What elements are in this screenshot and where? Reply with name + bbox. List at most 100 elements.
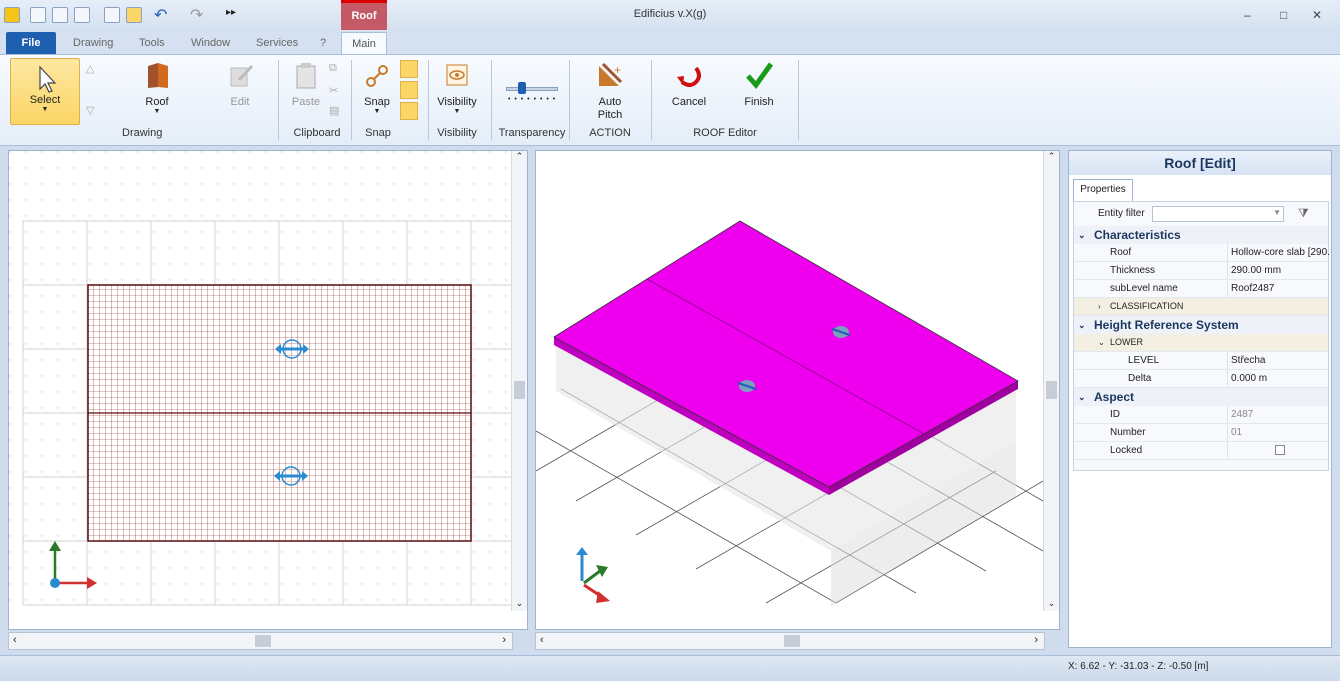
visibility-label: Visibility: [437, 96, 477, 108]
select-button[interactable]: Select ▼: [10, 58, 80, 125]
auto-pitch-button[interactable]: + Auto Pitch: [585, 60, 635, 122]
snap-grid-icon[interactable]: [400, 102, 418, 120]
coordinates-readout: X: 6.62 - Y: -31.03 - Z: -0.50 [m]: [1068, 661, 1209, 672]
property-grid: Entity filter ▼ ⧩ ⌄ Characteristics Roof…: [1073, 201, 1331, 471]
roof-book-icon: [142, 60, 172, 90]
cancel-button[interactable]: Cancel: [664, 60, 714, 108]
ribbon-separator: [278, 60, 279, 140]
sublevel-value[interactable]: Roof2487: [1227, 280, 1331, 297]
3d-horizontal-scrollbar[interactable]: ‹ ›: [535, 632, 1045, 650]
ribbon-separator: [798, 60, 799, 140]
ribbon-separator: [351, 60, 352, 140]
property-row-delta[interactable]: Delta 0.000 m: [1074, 370, 1328, 388]
thickness-value[interactable]: 290.00 mm: [1227, 262, 1331, 279]
number-value: 01: [1227, 424, 1331, 441]
roof-value[interactable]: Hollow-core slab [290.: [1227, 244, 1331, 261]
collapse-icon: ⌄: [1098, 338, 1105, 347]
entity-filter-row: Entity filter ▼ ⧩: [1074, 202, 1328, 226]
edit-label: Edit: [230, 96, 250, 108]
property-row-roof[interactable]: Roof Hollow-core slab [290.: [1074, 244, 1331, 262]
transparency-slider[interactable]: [506, 87, 558, 91]
tab-tools[interactable]: Tools: [139, 37, 165, 49]
group-label-clipboard: Clipboard: [293, 127, 341, 139]
group-label-action: ACTION: [589, 127, 631, 139]
3d-view[interactable]: ⌃ ⌄: [535, 150, 1060, 630]
locked-checkbox[interactable]: [1275, 445, 1285, 455]
property-row-sublevel[interactable]: subLevel name Roof2487: [1074, 280, 1328, 298]
snap-endpoint-icon[interactable]: [400, 60, 418, 78]
group-label-roof-editor: ROOF Editor: [693, 127, 757, 139]
visibility-button[interactable]: Visibility ▼: [433, 60, 481, 115]
edit-icon: [225, 60, 255, 90]
paste-button[interactable]: Paste: [289, 60, 323, 108]
properties-panel: Roof [Edit] Properties Entity filter ▼ ⧩…: [1068, 150, 1332, 648]
collapse-icon: ⌄: [1078, 320, 1086, 330]
checkmark-icon: [744, 60, 774, 90]
tab-main[interactable]: Main: [341, 32, 387, 55]
paste-label: Paste: [291, 96, 321, 108]
chevron-down-icon: ▼: [1273, 208, 1281, 217]
slider-ticks: • • • • • • • •: [508, 96, 557, 103]
panel-title: Roof [Edit]: [1069, 151, 1331, 175]
close-button[interactable]: ✕: [1312, 8, 1322, 22]
plan-horizontal-scrollbar[interactable]: ‹ ›: [8, 632, 513, 650]
contextual-tab-roof: Roof: [341, 0, 387, 30]
tab-properties[interactable]: Properties: [1073, 179, 1133, 201]
copy-icon[interactable]: ⧉: [329, 62, 337, 75]
snap-button[interactable]: Snap ▼: [358, 60, 396, 115]
level-value[interactable]: Střecha: [1227, 352, 1331, 369]
plan-vertical-scrollbar[interactable]: ⌃ ⌄: [511, 151, 527, 611]
cut-icon[interactable]: ✂: [329, 84, 338, 97]
group-label-drawing: Drawing: [122, 127, 163, 139]
axis-gizmo-icon: [576, 547, 610, 603]
3d-canvas[interactable]: [535, 151, 1044, 611]
plan-view[interactable]: ⌃ ⌄: [8, 150, 528, 630]
section-aspect[interactable]: ⌄ Aspect: [1074, 388, 1328, 406]
cancel-label: Cancel: [671, 96, 707, 108]
section-characteristics[interactable]: ⌄ Characteristics: [1074, 226, 1328, 244]
filter-icon[interactable]: ⧩: [1298, 206, 1309, 221]
tab-help[interactable]: ?: [320, 37, 326, 49]
property-row-locked[interactable]: Locked: [1074, 442, 1328, 460]
group-label-transparency: Transparency: [498, 127, 566, 139]
tab-drawing[interactable]: Drawing: [73, 37, 113, 49]
locked-cell: [1227, 442, 1331, 459]
finish-button[interactable]: Finish: [734, 60, 784, 108]
roof-button[interactable]: Roof ▼: [132, 60, 182, 115]
scroll-up-icon[interactable]: △: [86, 62, 94, 75]
minimize-button[interactable]: –: [1244, 8, 1251, 22]
group-label-snap: Snap: [365, 127, 391, 139]
lower-row[interactable]: ⌄ LOWER: [1074, 334, 1328, 352]
edit-button[interactable]: Edit: [215, 60, 265, 108]
expand-icon: ›: [1098, 302, 1101, 311]
ribbon-separator: [428, 60, 429, 140]
property-row-id[interactable]: ID 2487: [1074, 406, 1328, 424]
tab-services[interactable]: Services: [256, 37, 298, 49]
paste-icon: [291, 60, 321, 90]
tab-file[interactable]: File: [6, 32, 56, 54]
transparency-slider-thumb[interactable]: [518, 82, 526, 94]
property-row-thickness[interactable]: Thickness 290.00 mm: [1074, 262, 1328, 280]
tab-window[interactable]: Window: [191, 37, 230, 49]
ribbon-separator: [491, 60, 492, 140]
property-row-number[interactable]: Number 01: [1074, 424, 1328, 442]
collapse-icon: ⌄: [1078, 392, 1086, 402]
maximize-button[interactable]: □: [1280, 8, 1287, 22]
auto-pitch-label-2: Pitch: [597, 109, 623, 121]
auto-pitch-label-1: Auto: [598, 96, 622, 108]
svg-text:+: +: [614, 63, 621, 77]
delta-value[interactable]: 0.000 m: [1227, 370, 1331, 387]
plan-canvas[interactable]: [9, 151, 511, 611]
classification-row[interactable]: › CLASSIFICATION: [1074, 298, 1328, 316]
3d-vertical-scrollbar[interactable]: ⌃ ⌄: [1043, 151, 1059, 611]
entity-filter-label: Entity filter: [1098, 208, 1145, 219]
snap-line-icon[interactable]: [400, 81, 418, 99]
collapse-icon: ⌄: [1078, 230, 1086, 240]
section-height-reference[interactable]: ⌄ Height Reference System: [1074, 316, 1328, 334]
property-row-level[interactable]: LEVEL Střecha: [1074, 352, 1328, 370]
snap-label: Snap: [364, 96, 390, 108]
paste-special-icon[interactable]: ▤: [329, 104, 339, 117]
scroll-down-icon[interactable]: ▽: [86, 104, 94, 117]
entity-filter-dropdown[interactable]: ▼: [1152, 206, 1284, 222]
group-label-visibility: Visibility: [437, 127, 477, 139]
